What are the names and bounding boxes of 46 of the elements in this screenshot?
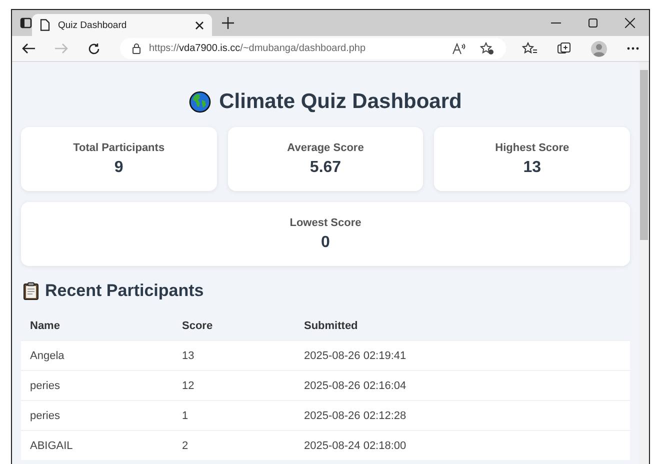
table-cell: 1 [173, 400, 295, 430]
close-icon[interactable] [625, 18, 635, 28]
back-icon[interactable] [22, 43, 35, 54]
table-cell: peries [21, 370, 173, 400]
url-text: https://vda7900.is.cc/~dmubanga/dashboard.php [149, 43, 366, 54]
collections-icon[interactable] [557, 42, 571, 55]
stat-label: Highest Score [495, 142, 570, 154]
table-cell: ABIGAIL [21, 430, 173, 460]
table-cell: 13 [173, 340, 295, 370]
scrollbar[interactable] [639, 62, 649, 464]
favorite-add-icon[interactable] [480, 42, 494, 55]
browser-tab[interactable]: Quiz Dashboard [32, 14, 212, 36]
stat-value: 9 [114, 158, 124, 176]
column-header: Score [173, 312, 295, 340]
refresh-icon[interactable] [88, 42, 100, 54]
favorites-icon[interactable] [522, 42, 537, 55]
page-icon [40, 19, 50, 31]
table-cell: peries [21, 400, 173, 430]
stat-value: 0 [321, 234, 330, 252]
sidebar-icon[interactable] [20, 17, 32, 29]
new-tab-icon[interactable] [222, 17, 234, 29]
stat-label: Average Score [287, 142, 364, 154]
table-cell: 12 [173, 370, 295, 400]
lock-icon [132, 43, 141, 54]
more-icon[interactable] [627, 47, 639, 50]
stat-value: 5.67 [310, 158, 342, 176]
globe-icon [189, 91, 212, 113]
table-cell: 2025-08-26 02:16:04 [295, 370, 630, 400]
table-cell: 2025-08-26 02:19:41 [295, 340, 630, 370]
maximize-icon[interactable] [588, 18, 598, 28]
stat-label: Total Participants [73, 142, 165, 154]
read-aloud-icon[interactable] [452, 42, 466, 54]
column-header: Submitted [295, 312, 630, 340]
column-header: Name [21, 312, 173, 340]
address-bar[interactable]: https://vda7900.is.cc/~dmubanga/dashboard.php [120, 38, 506, 59]
table-cell: 2025-08-24 02:18:00 [295, 430, 630, 460]
stat-label: Lowest Score [290, 216, 362, 228]
stat-value: 13 [523, 158, 542, 176]
table-cell: Angela [21, 340, 173, 370]
table-cell: 2 [173, 430, 295, 460]
page-title: Climate Quiz Dashboard [219, 90, 462, 114]
table-cell: 2025-08-26 02:12:28 [295, 400, 630, 430]
profile-avatar-icon[interactable] [591, 40, 607, 56]
section-title: Recent Participants [45, 281, 204, 301]
clipboard-icon [23, 282, 39, 300]
close-icon[interactable] [195, 20, 204, 30]
